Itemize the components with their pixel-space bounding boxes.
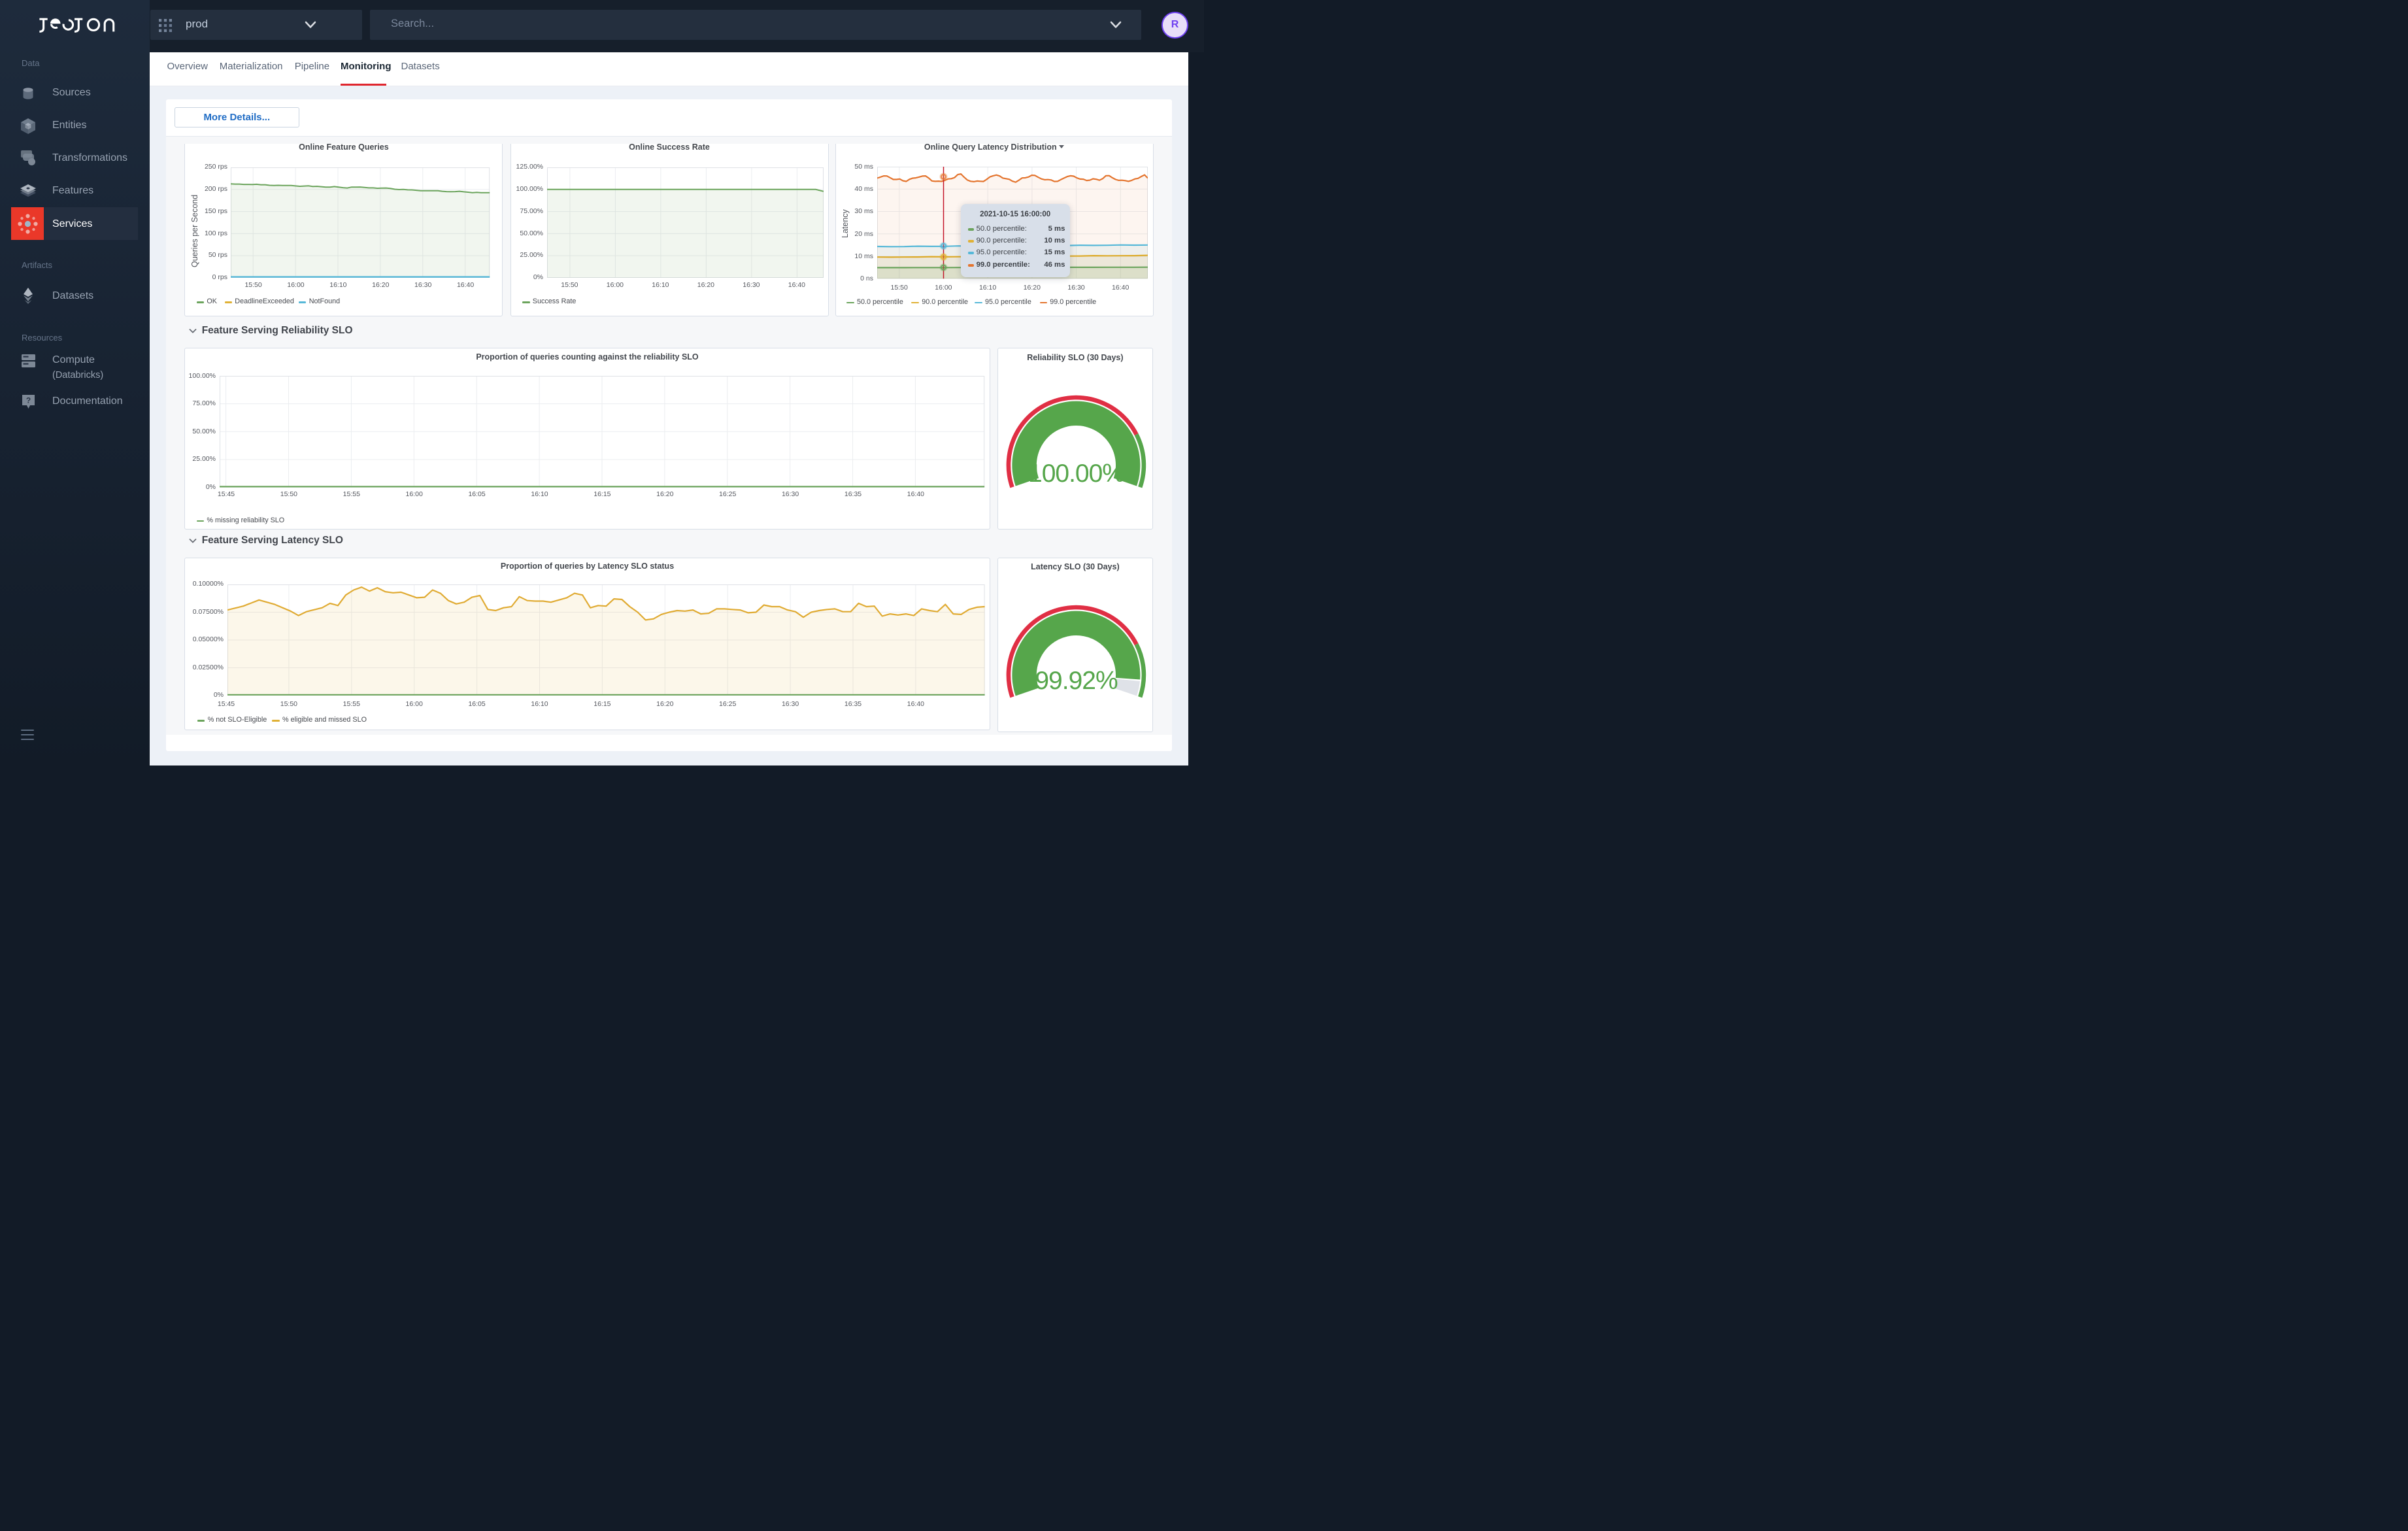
svg-text:?: ? bbox=[26, 396, 31, 405]
